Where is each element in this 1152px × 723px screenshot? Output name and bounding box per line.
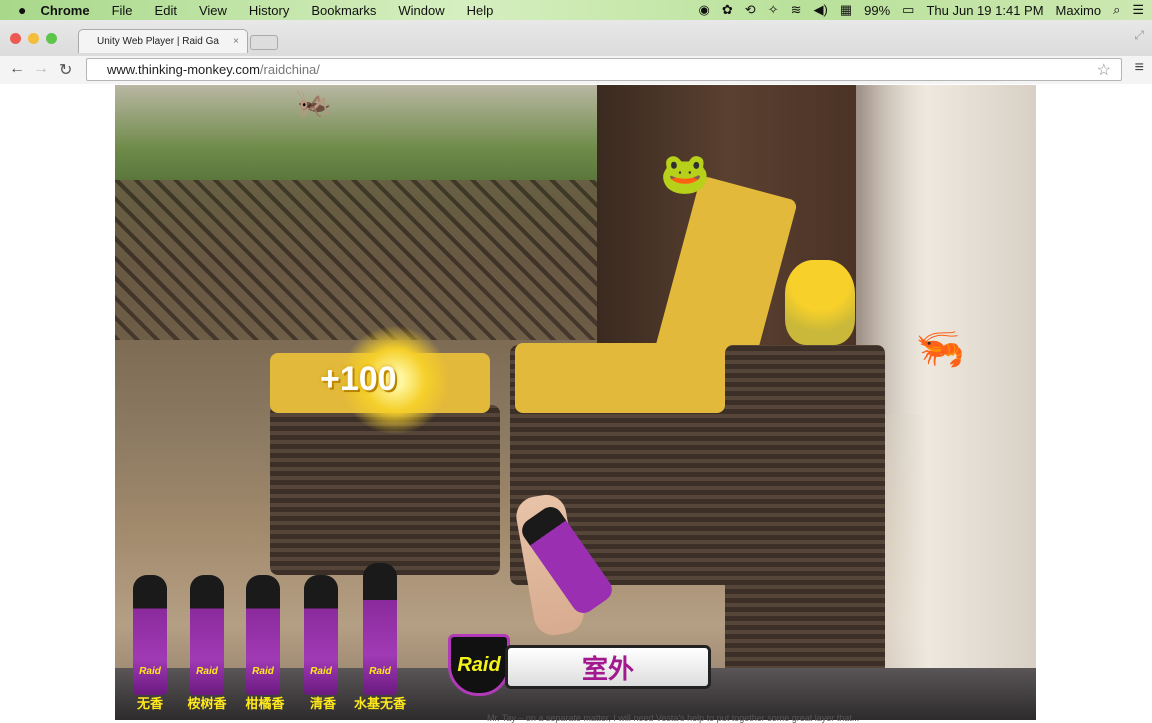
browser-window-chrome: Unity Web Player | Raid Ga × ⤢ ← → ↻ www…	[0, 20, 1152, 84]
product-can-4[interactable]: Raid	[304, 575, 338, 695]
wicker-side-table	[725, 345, 885, 675]
product-label-water-based[interactable]: 水基无香	[350, 693, 410, 712]
clock[interactable]: Thu Jun 19 1:41 PM	[926, 3, 1043, 18]
bluetooth-icon[interactable]: ✧	[768, 2, 779, 18]
close-window-button[interactable]	[10, 33, 21, 44]
frog-bug[interactable]: 🐸	[660, 150, 710, 197]
tab-close-icon[interactable]: ×	[233, 36, 239, 47]
mac-menubar: ● Chrome File Edit View History Bookmark…	[0, 0, 1152, 20]
product-can-2[interactable]: Raid	[190, 575, 224, 695]
battery-icon[interactable]: ▭	[902, 2, 914, 18]
wifi-icon[interactable]: ≋	[791, 2, 802, 18]
flower-pot	[785, 260, 855, 345]
apple-menu-icon[interactable]: ●	[18, 2, 26, 18]
score-popup: +100	[320, 360, 397, 398]
reload-icon[interactable]: ↻	[59, 60, 72, 80]
product-label-citrus[interactable]: 柑橘香	[235, 693, 295, 712]
tab-unity-web-player[interactable]: Unity Web Player | Raid Ga ×	[78, 29, 248, 53]
page-text-below: Mr. Tay – on a separate matter, I will n…	[487, 713, 860, 723]
flag-input-icon[interactable]: ▦	[840, 2, 852, 18]
fullscreen-icon[interactable]: ⤢	[1134, 28, 1144, 43]
product-can-1[interactable]: Raid	[133, 575, 167, 695]
url-host: www.thinking-monkey.com	[107, 62, 260, 77]
raid-logo: Raid	[448, 634, 510, 696]
chrome-menu-icon[interactable]: ≡	[1135, 59, 1144, 77]
product-label-eucalyptus[interactable]: 桉树香	[177, 693, 237, 712]
menu-chrome[interactable]: Chrome	[40, 3, 89, 18]
menu-window[interactable]: Window	[398, 3, 444, 18]
minimize-window-button[interactable]	[28, 33, 39, 44]
new-tab-button[interactable]	[250, 35, 278, 50]
forward-icon[interactable]: →	[33, 60, 49, 78]
time-machine-icon[interactable]: ⟲	[745, 2, 756, 18]
zoom-window-button[interactable]	[46, 33, 57, 44]
mantis-bug[interactable]: 🦗	[295, 85, 332, 120]
user-name[interactable]: Maximo	[1056, 3, 1102, 18]
menu-bookmarks[interactable]: Bookmarks	[311, 3, 376, 18]
product-label-unscented[interactable]: 无香	[120, 693, 180, 712]
product-can-3[interactable]: Raid	[246, 575, 280, 695]
menu-file[interactable]: File	[112, 3, 133, 18]
menu-help[interactable]: Help	[467, 3, 494, 18]
outdoor-button[interactable]: 室外	[505, 645, 711, 689]
product-label-fresh[interactable]: 清香	[293, 693, 353, 712]
notification-center-icon[interactable]: ☰	[1132, 2, 1144, 18]
menu-history[interactable]: History	[249, 3, 289, 18]
sync-icon[interactable]: ✿	[722, 2, 733, 18]
menu-view[interactable]: View	[199, 3, 227, 18]
cockroach-bug[interactable]: 🦐	[915, 325, 965, 372]
product-can-5[interactable]: Raid	[363, 563, 397, 695]
battery-percent[interactable]: 99%	[864, 3, 890, 18]
volume-icon[interactable]: ◀)	[814, 2, 828, 18]
menu-edit[interactable]: Edit	[155, 3, 177, 18]
url-path: /raidchina/	[259, 62, 320, 77]
bookmark-star-icon[interactable]: ☆	[1097, 60, 1111, 80]
balcony-railing	[115, 180, 597, 340]
spotlight-icon[interactable]: ⌕	[1113, 2, 1120, 18]
record-icon[interactable]: ◉	[699, 2, 710, 18]
tab-title: Unity Web Player | Raid Ga	[97, 36, 219, 47]
unity-game-canvas[interactable]: +100 🐸 🦐 🦗 Raid Raid Raid Raid Raid 无香 桉…	[115, 85, 1036, 720]
address-bar[interactable]: www.thinking-monkey.com/raidchina/ ☆	[86, 58, 1122, 81]
browser-toolbar: ← → ↻ www.thinking-monkey.com/raidchina/…	[0, 56, 1152, 84]
back-icon[interactable]: ←	[9, 60, 25, 78]
